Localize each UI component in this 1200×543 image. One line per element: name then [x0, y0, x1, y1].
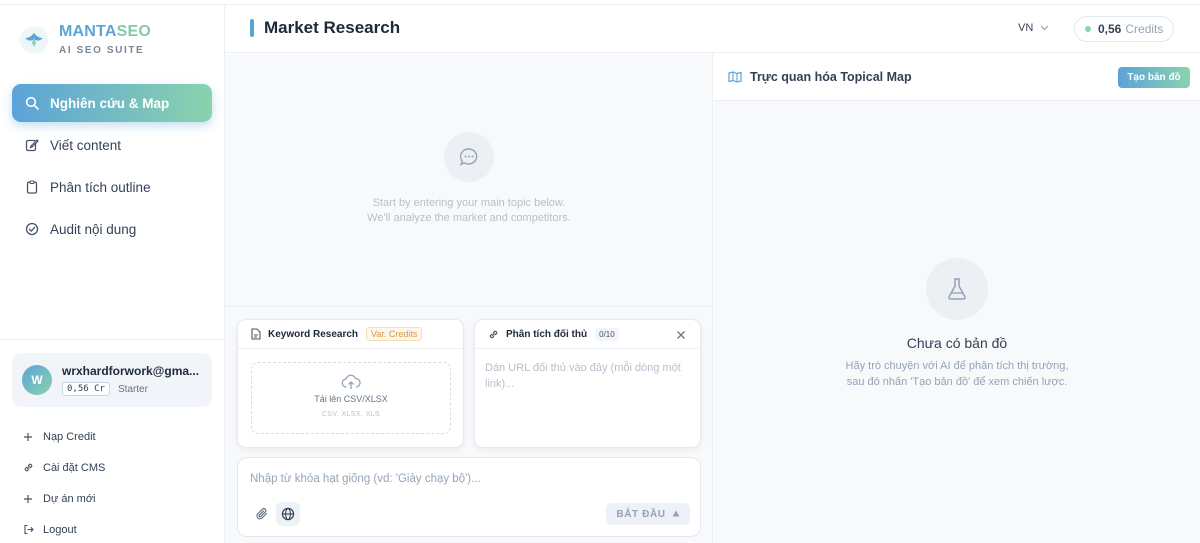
sidebar: MANTASEO AI SEO SUITE Nghiên cứu & Map V…	[0, 5, 225, 543]
map-empty-desc-line1: Hãy trò chuyện với AI để phân tích thị t…	[845, 360, 1069, 372]
sidebar-item-label: Phân tích outline	[50, 179, 151, 195]
card-title: Phân tích đối thủ	[506, 328, 588, 340]
user-plan: Starter	[117, 383, 148, 395]
user-card[interactable]: W wrxhardforwork@gma... 0,56 Cr Starter	[12, 353, 212, 407]
card-header: Phân tích đối thủ 0/10	[475, 320, 700, 349]
topical-map-panel: Trực quan hóa Topical Map Tạo bản đồ Chư…	[714, 54, 1200, 543]
user-credits-badge: 0,56 Cr	[62, 382, 110, 396]
credits-badge[interactable]: 0,56 Credits	[1074, 16, 1175, 42]
language-label: VN	[1018, 22, 1034, 34]
check-circle-icon	[24, 221, 40, 237]
plus-icon	[21, 432, 35, 442]
brand-logo[interactable]: MANTASEO AI SEO SUITE	[20, 23, 151, 56]
plus-icon	[21, 494, 35, 504]
page-title: Market Research	[264, 18, 401, 37]
panel-divider	[225, 306, 713, 307]
title-accent-bar	[250, 19, 254, 37]
sidebar-nav: Nghiên cứu & Map Viết content Phân tích …	[12, 84, 212, 252]
file-icon	[251, 328, 261, 340]
map-empty-state: Chưa có bản đồ Hãy trò chuyện với AI để …	[714, 258, 1200, 390]
sidebar-item-label: Audit nội dung	[50, 221, 137, 237]
arrow-up-icon	[672, 510, 680, 519]
user-email: wrxhardforwork@gma...	[62, 364, 200, 378]
link-icon	[21, 462, 35, 473]
cloud-upload-icon	[252, 374, 450, 390]
sidebar-item-label: Viết content	[50, 137, 122, 153]
paperclip-icon[interactable]	[250, 502, 274, 526]
search-icon	[24, 95, 40, 111]
sidebar-footer-links: Nạp Credit Cài đặt CMS Dự án mới Logout	[21, 421, 105, 543]
card-title: Keyword Research	[268, 328, 359, 340]
keyword-research-card: Keyword Research Var. Credits Tải lên CS…	[237, 319, 464, 448]
sidebar-item-content-audit[interactable]: Audit nội dung	[12, 210, 212, 248]
cms-settings-link[interactable]: Cài đặt CMS	[21, 452, 105, 483]
chat-bubble-icon	[444, 132, 494, 182]
clipboard-icon	[24, 179, 40, 195]
manta-logo-icon	[20, 25, 48, 54]
seed-keyword-composer: BẮT ĐẦU	[237, 457, 701, 537]
credits-tag: Var. Credits	[366, 327, 423, 341]
map-panel-header: Trực quan hóa Topical Map Tạo bản đồ	[714, 54, 1200, 101]
chat-empty-text: Start by entering your main topic below.	[372, 197, 566, 209]
brand-name: MANTASEO	[59, 23, 151, 40]
new-project-link[interactable]: Dự án mới	[21, 483, 105, 514]
file-upload-dropzone[interactable]: Tải lên CSV/XLSX CSV, XLSX, XLS	[251, 362, 451, 434]
upload-formats: CSV, XLSX, XLS	[321, 411, 381, 418]
sidebar-divider	[0, 339, 225, 340]
link-icon	[488, 329, 499, 340]
start-button[interactable]: BẮT ĐẦU	[606, 503, 690, 525]
map-panel-title-text: Trực quan hóa Topical Map	[750, 70, 912, 84]
competitor-url-input[interactable]	[485, 360, 693, 400]
start-button-label: BẮT ĐẦU	[616, 508, 666, 520]
credits-value: 0,56	[1098, 22, 1122, 36]
edit-icon	[24, 137, 40, 153]
side-link-label: Cài đặt CMS	[43, 461, 106, 474]
logout-link[interactable]: Logout	[21, 514, 105, 543]
globe-icon[interactable]	[276, 502, 300, 526]
chevron-down-icon	[1040, 23, 1049, 33]
logout-icon	[21, 524, 35, 535]
close-icon[interactable]	[676, 328, 686, 343]
sidebar-item-outline-analysis[interactable]: Phân tích outline	[12, 168, 212, 206]
sidebar-item-write-content[interactable]: Viết content	[12, 126, 212, 164]
side-link-label: Dự án mới	[43, 492, 96, 505]
chat-panel: Start by entering your main topic below.…	[225, 54, 713, 543]
competitor-analysis-card: Phân tích đối thủ 0/10	[474, 319, 701, 448]
flask-icon	[926, 258, 988, 320]
map-empty-title: Chưa có bản đồ	[906, 335, 1008, 351]
top-header: Market Research VN 0,56 Credits	[225, 5, 1200, 53]
card-header: Keyword Research Var. Credits	[238, 320, 463, 349]
app-window: MANTASEO AI SEO SUITE Nghiên cứu & Map V…	[0, 0, 1200, 543]
side-link-label: Logout	[43, 523, 77, 536]
language-selector[interactable]: VN	[1018, 22, 1049, 34]
chat-empty-state: Start by entering your main topic below.…	[225, 132, 713, 226]
sidebar-item-label: Nghiên cứu & Map	[50, 95, 170, 111]
brand-subtitle: AI SEO SUITE	[59, 45, 145, 56]
status-dot-icon	[1085, 26, 1091, 32]
create-map-button[interactable]: Tạo bản đồ	[1118, 67, 1190, 88]
credits-label: Credits	[1125, 22, 1164, 36]
seed-keyword-input[interactable]	[250, 470, 690, 488]
top-up-credit-link[interactable]: Nạp Credit	[21, 421, 105, 452]
chat-empty-subtext: We'll analyze the market and competitors…	[367, 212, 571, 224]
map-icon	[728, 71, 742, 83]
map-panel-title: Trực quan hóa Topical Map	[728, 70, 912, 84]
avatar: W	[22, 365, 52, 395]
competitor-count-badge: 0/10	[595, 327, 619, 341]
upload-label: Tải lên CSV/XLSX	[314, 394, 388, 404]
map-empty-desc-line2: sau đó nhấn 'Tạo bản đồ' để xem chiến lư…	[846, 376, 1068, 388]
side-link-label: Nạp Credit	[43, 430, 96, 443]
sidebar-item-research-map[interactable]: Nghiên cứu & Map	[12, 84, 212, 122]
